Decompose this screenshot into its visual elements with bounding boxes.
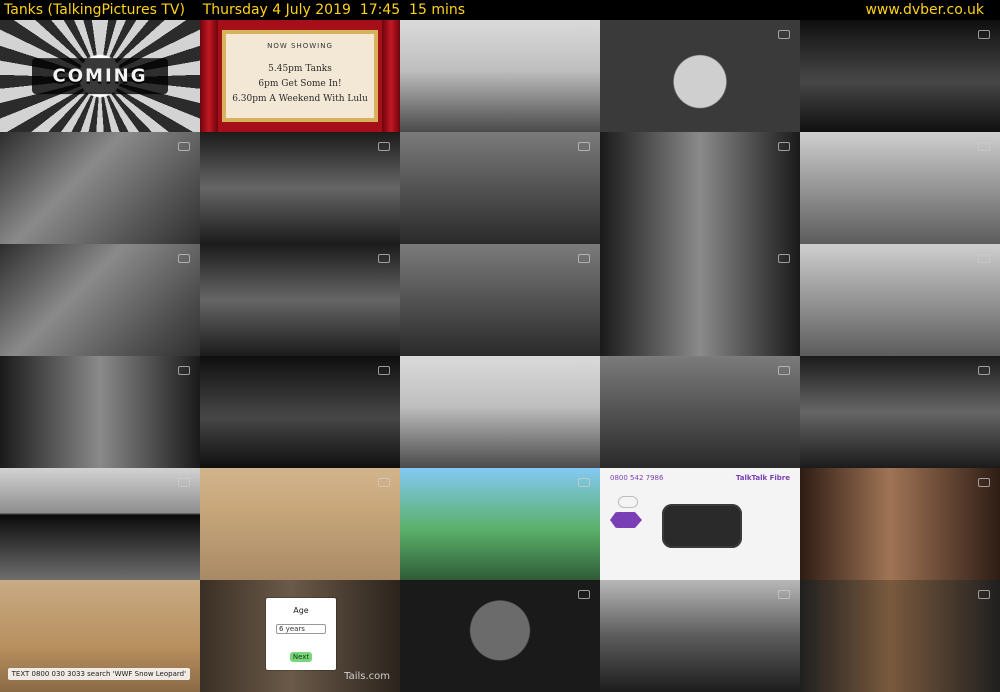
- thumbnail-man-portrait[interactable]: [800, 580, 1000, 692]
- tails-logo: Tails.com: [344, 671, 390, 682]
- tv-mark-icon: [578, 142, 590, 151]
- thumbnail-dark-shape[interactable]: [200, 356, 400, 468]
- tv-mark-icon: [178, 366, 190, 375]
- thumbnail-machining[interactable]: [0, 356, 200, 468]
- tails-next-button[interactable]: Next: [290, 652, 312, 662]
- tv-mark-icon: [578, 590, 590, 599]
- tv-mark-icon: [978, 366, 990, 375]
- tv-mark-icon: [978, 254, 990, 263]
- thumbnail-tank-on-road[interactable]: [600, 356, 800, 468]
- schedule-line-3: 6.30pm A Weekend With Lulu: [232, 94, 368, 104]
- tv-mark-icon: [978, 590, 990, 599]
- thumbnail-tank-closeup[interactable]: [600, 132, 800, 244]
- schedule-caption: NOW SHOWING: [267, 42, 333, 50]
- tv-mark-icon: [978, 30, 990, 39]
- schedule-card: NOW SHOWING 5.45pm Tanks 6pm Get Some In…: [222, 30, 378, 122]
- coming-label: COMING: [52, 65, 148, 87]
- thumbnail-barefoot[interactable]: [200, 468, 400, 580]
- thumbnail-coming[interactable]: COMING: [0, 20, 200, 132]
- thumbnail-tails-ad[interactable]: Age 6 years Next Tails.com: [200, 580, 400, 692]
- tv-mark-icon: [578, 366, 590, 375]
- thumbnail-wwf-ad[interactable]: TEXT 0800 030 3033 search 'WWF Snow Leop…: [0, 580, 200, 692]
- thumbnail-molten-metal[interactable]: [0, 244, 200, 356]
- thumbnail-archive-plate[interactable]: [600, 20, 800, 132]
- thumbnail-tracks[interactable]: [400, 132, 600, 244]
- tails-form-card: Age 6 years Next: [266, 598, 336, 670]
- tv-mark-icon: [778, 142, 790, 151]
- thumbnail-street-scene[interactable]: [600, 580, 800, 692]
- tv-mark-icon: [378, 142, 390, 151]
- thumbnail-tank-track[interactable]: [800, 20, 1000, 132]
- tv-mark-icon: [978, 142, 990, 151]
- tv-mark-icon: [378, 478, 390, 487]
- thumbnail-crane-lift[interactable]: [800, 244, 1000, 356]
- top-bar: Tanks (TalkingPictures TV) Thursday 4 Ju…: [0, 0, 1000, 20]
- schedule-lines: 5.45pm Tanks 6pm Get Some In! 6.30pm A W…: [226, 62, 374, 107]
- thumbnail-cross-light[interactable]: [400, 580, 600, 692]
- schedule-line-2: 6pm Get Some In!: [258, 79, 342, 89]
- tv-mark-icon: [778, 366, 790, 375]
- thumbnail-tank-rows[interactable]: [600, 244, 800, 356]
- thumbnail-factory-aisle[interactable]: [400, 244, 600, 356]
- schedule-line-1: 5.45pm Tanks: [268, 64, 332, 74]
- tv-mark-icon: [778, 254, 790, 263]
- thumbnail-woman-closeup[interactable]: [800, 468, 1000, 580]
- thumbnail-worker-lathe[interactable]: [200, 244, 400, 356]
- thumbnail-theme-park[interactable]: [400, 468, 600, 580]
- wwf-text: TEXT 0800 030 3033 search 'WWF Snow Leop…: [7, 668, 190, 680]
- site-link[interactable]: www.dvber.co.uk: [865, 0, 984, 20]
- thumbnail-grid: COMING NOW SHOWING 5.45pm Tanks 6pm Get …: [0, 20, 1000, 692]
- tv-mark-icon: [978, 478, 990, 487]
- cloud-icon: [618, 496, 638, 508]
- tv-mark-icon: [378, 366, 390, 375]
- left-curtain: [200, 20, 218, 132]
- thumbnail-factory-yard[interactable]: [400, 20, 600, 132]
- tv-mark-icon: [178, 142, 190, 151]
- tv-mark-icon: [178, 478, 190, 487]
- talktalk-phone: 0800 542 7986: [610, 474, 664, 482]
- fish-icon: [610, 512, 642, 528]
- right-curtain: [382, 20, 400, 132]
- tails-age-select[interactable]: 6 years: [276, 624, 326, 634]
- tails-form-title: Age: [293, 606, 309, 615]
- thumbnail-tank-field[interactable]: [400, 356, 600, 468]
- tv-mark-icon: [578, 30, 590, 39]
- thumbnail-engine-workshop[interactable]: [200, 132, 400, 244]
- tv-mark-icon: [578, 478, 590, 487]
- talktalk-brand: TalkTalk Fibre: [735, 474, 790, 482]
- thumbnail-talktalk-ad[interactable]: 0800 542 7986 TalkTalk Fibre: [600, 468, 800, 580]
- router-graphic: [662, 504, 742, 548]
- thumbnail-seascape[interactable]: [0, 468, 200, 580]
- tv-mark-icon: [178, 254, 190, 263]
- thumbnail-tank-dark[interactable]: [800, 356, 1000, 468]
- thumbnail-assembly-line[interactable]: [0, 132, 200, 244]
- thumbnail-tank-detail[interactable]: [800, 132, 1000, 244]
- tv-mark-icon: [778, 590, 790, 599]
- tv-mark-icon: [778, 30, 790, 39]
- tv-mark-icon: [578, 254, 590, 263]
- programme-title: Tanks (TalkingPictures TV) Thursday 4 Ju…: [4, 2, 466, 18]
- tv-mark-icon: [378, 254, 390, 263]
- thumbnail-now-showing[interactable]: NOW SHOWING 5.45pm Tanks 6pm Get Some In…: [200, 20, 400, 132]
